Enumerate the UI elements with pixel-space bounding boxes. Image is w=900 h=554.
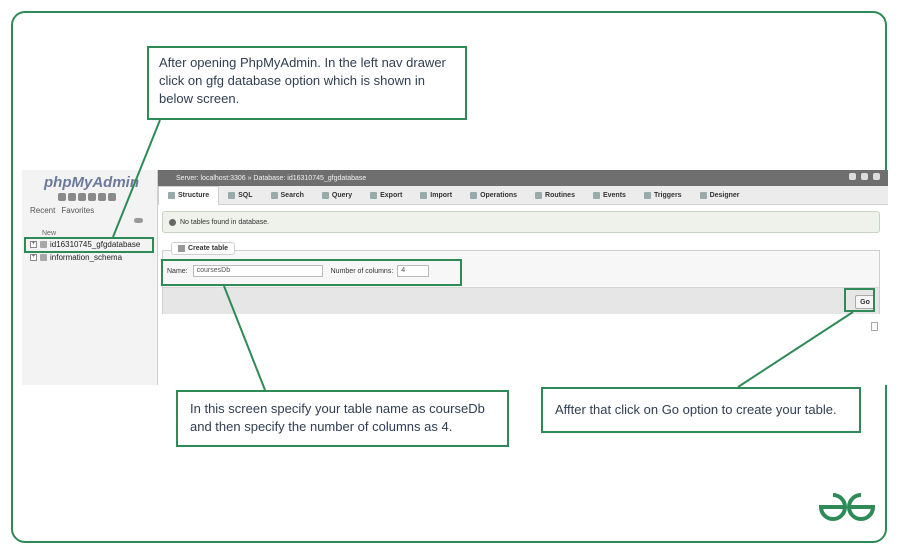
connector-step2 <box>223 285 266 391</box>
connector-step3 <box>737 311 854 388</box>
connector-step1 <box>112 119 161 238</box>
callout-step3: Affter that click on Go option to create… <box>541 387 861 433</box>
callout-step1: After opening PhpMyAdmin. In the left na… <box>147 46 467 120</box>
gfg-logo <box>818 493 876 521</box>
callout-step2: In this screen specify your table name a… <box>176 390 509 447</box>
